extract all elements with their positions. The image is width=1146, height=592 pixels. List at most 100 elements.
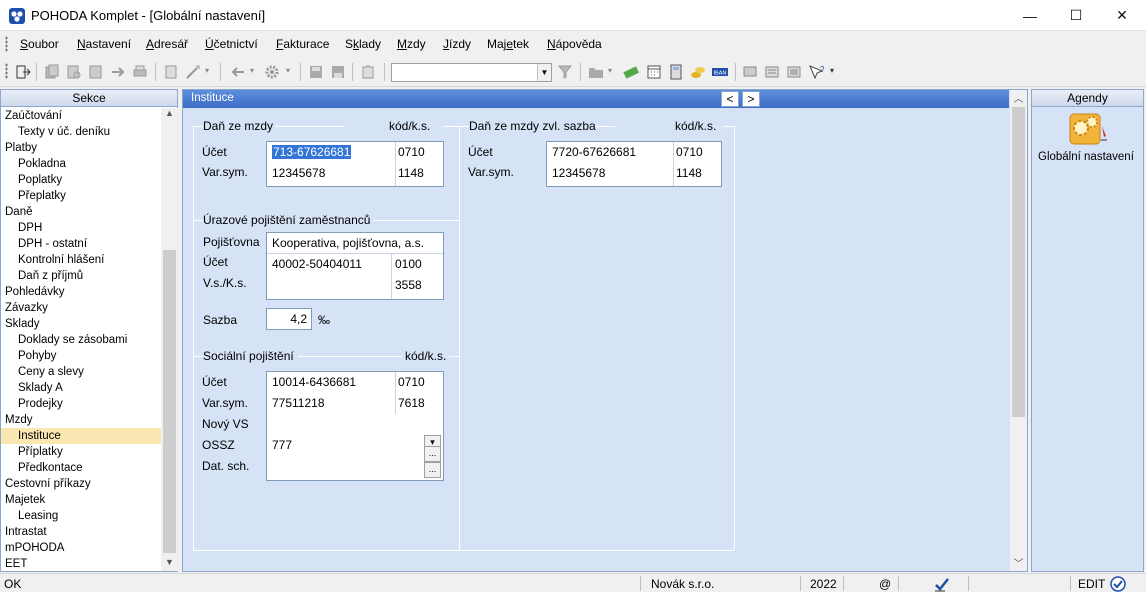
- menu-napoveda[interactable]: Nápověda: [547, 37, 602, 51]
- menu-jizdy[interactable]: Jízdy: [443, 37, 471, 51]
- sections-tree-item[interactable]: EET: [1, 556, 161, 572]
- calendar-icon[interactable]: [646, 64, 662, 80]
- sections-tree-item[interactable]: Sklady A: [1, 380, 161, 396]
- menu-soubor[interactable]: Soubor: [20, 37, 59, 51]
- socialni-ucet-input[interactable]: 10014-6436681: [272, 375, 356, 389]
- dan-varsym-code-input[interactable]: 1148: [398, 166, 424, 180]
- menu-sklady[interactable]: Sklady: [345, 37, 381, 51]
- sections-tree-item[interactable]: Ceny a slevy: [1, 364, 161, 380]
- help-icon[interactable]: ?: [808, 64, 824, 80]
- preview-icon[interactable]: [88, 64, 104, 80]
- global-settings-agenda-button[interactable]: [1068, 112, 1108, 148]
- dan-zvl-ucet-code-input[interactable]: 0710: [676, 145, 703, 159]
- print-icon[interactable]: [132, 64, 148, 80]
- back-dropdown-icon[interactable]: ▾: [250, 66, 254, 75]
- save-as-icon[interactable]: [330, 64, 346, 80]
- notes-icon[interactable]: [764, 64, 780, 80]
- dan-ucet-code-input[interactable]: 0710: [398, 145, 425, 159]
- dan-zvl-ucet-input[interactable]: 7720-67626681: [552, 145, 636, 159]
- back-arrow-icon[interactable]: [230, 64, 246, 80]
- ossz-more-button[interactable]: ...: [424, 446, 441, 462]
- sections-tree-item[interactable]: Daň z příjmů: [1, 268, 161, 284]
- calculator-icon[interactable]: [668, 64, 684, 80]
- form-scrollbar[interactable]: ︿ ﹀: [1010, 90, 1027, 571]
- save-icon[interactable]: [308, 64, 324, 80]
- gear-icon[interactable]: [264, 64, 280, 80]
- scroll-down-icon[interactable]: ▼: [161, 557, 178, 571]
- sections-tree-item[interactable]: Mzdy: [1, 412, 161, 428]
- filter-icon[interactable]: [557, 64, 573, 80]
- coins-icon[interactable]: [690, 64, 706, 80]
- sections-tree-item[interactable]: mPOHODA: [1, 540, 161, 556]
- sections-tree-item[interactable]: Pohledávky: [1, 284, 161, 300]
- sections-scrollbar[interactable]: ▲ ▼: [161, 108, 178, 571]
- sections-tree-item[interactable]: DPH - ostatní: [1, 236, 161, 252]
- sazba-input[interactable]: 4,2: [266, 308, 312, 330]
- prev-record-button[interactable]: <: [721, 91, 739, 107]
- wizard-icon[interactable]: [185, 64, 201, 80]
- menu-majetek[interactable]: Majetek: [487, 37, 529, 51]
- minimize-button[interactable]: —: [1007, 0, 1053, 31]
- close-button[interactable]: ✕: [1099, 0, 1145, 31]
- sections-tree-item[interactable]: Daně: [1, 204, 161, 220]
- document-icon[interactable]: [163, 64, 179, 80]
- export-icon[interactable]: [110, 64, 126, 80]
- sections-tree-item[interactable]: Intrastat: [1, 524, 161, 540]
- validate-icon[interactable]: [934, 576, 950, 592]
- menu-fakturace[interactable]: Fakturace: [276, 37, 329, 51]
- sections-tree-item[interactable]: Pokladna: [1, 156, 161, 172]
- sections-tree-item[interactable]: Zaúčtování: [1, 108, 161, 124]
- menu-nastaveni[interactable]: Nastavení: [77, 37, 131, 51]
- wizard-dropdown-icon[interactable]: ▾: [205, 66, 209, 75]
- folder-dropdown-icon[interactable]: ▾: [608, 66, 612, 75]
- urazove-ucet-input[interactable]: 40002-50404011: [272, 257, 362, 271]
- ossz-input[interactable]: 777: [272, 438, 292, 452]
- copy-records-icon[interactable]: [44, 64, 60, 80]
- exit-icon[interactable]: [15, 64, 31, 80]
- sections-tree-item[interactable]: Předkontace: [1, 460, 161, 476]
- socialni-ucet-code-input[interactable]: 0710: [398, 375, 425, 389]
- vsks-code-input[interactable]: 3558: [395, 278, 422, 292]
- clipboard-icon[interactable]: [360, 64, 376, 80]
- sections-tree-item[interactable]: Cestovní příkazy: [1, 476, 161, 492]
- sections-tree-item[interactable]: Doklady se zásobami: [1, 332, 161, 348]
- sections-tree-item[interactable]: Texty v úč. deníku: [1, 124, 161, 140]
- menu-mzdy[interactable]: Mzdy: [397, 37, 426, 51]
- form-scroll-down-icon[interactable]: ﹀: [1010, 555, 1027, 571]
- sections-tree-item[interactable]: Instituce: [1, 428, 161, 444]
- sections-scroll-thumb[interactable]: [163, 250, 176, 553]
- dan-ucet-input[interactable]: 713-67626681: [272, 145, 352, 159]
- datsch-more-button[interactable]: ...: [424, 462, 441, 478]
- next-record-button[interactable]: >: [742, 91, 760, 107]
- socialni-varsym-input[interactable]: 77511218: [272, 396, 325, 410]
- sections-tree-item[interactable]: Kontrolní hlášení: [1, 252, 161, 268]
- dan-zvl-varsym-input[interactable]: 12345678: [552, 166, 605, 180]
- menu-adresar[interactable]: Adresář: [146, 37, 188, 51]
- iban-icon[interactable]: IBAN: [712, 64, 728, 80]
- dan-zvl-varsym-code-input[interactable]: 1148: [676, 166, 702, 180]
- menu-ucetnictvi[interactable]: Účetnictví: [205, 37, 258, 51]
- sections-tree-item[interactable]: Pohyby: [1, 348, 161, 364]
- sections-tree-item[interactable]: Závazky: [1, 300, 161, 316]
- sections-tree-item[interactable]: Leasing: [1, 508, 161, 524]
- form-scroll-thumb[interactable]: [1012, 107, 1025, 417]
- folder-icon[interactable]: [588, 64, 604, 80]
- sections-tree-item[interactable]: DPH: [1, 220, 161, 236]
- combo-dropdown-icon[interactable]: ▼: [537, 64, 551, 81]
- ok-check-icon[interactable]: [1110, 576, 1126, 592]
- toolbar-combo[interactable]: ▼: [391, 63, 552, 82]
- sections-tree-item[interactable]: Sklady: [1, 316, 161, 332]
- sections-tree-item[interactable]: Platby: [1, 140, 161, 156]
- message-icon[interactable]: [742, 64, 758, 80]
- print-preview-icon[interactable]: [66, 64, 82, 80]
- sections-tree-item[interactable]: Příplatky: [1, 444, 161, 460]
- scroll-up-icon[interactable]: ▲: [161, 108, 178, 122]
- sections-tree-item[interactable]: Majetek: [1, 492, 161, 508]
- gear-dropdown-icon[interactable]: ▾: [286, 66, 290, 75]
- sections-tree-item[interactable]: Prodejky: [1, 396, 161, 412]
- help-dropdown-icon[interactable]: ▾: [830, 66, 834, 75]
- maximize-button[interactable]: ☐: [1053, 0, 1099, 31]
- urazove-ucet-code-input[interactable]: 0100: [395, 257, 422, 271]
- pojistovna-input[interactable]: Kooperativa, pojišťovna, a.s.: [272, 236, 424, 250]
- form-scroll-up-icon[interactable]: ︿: [1010, 90, 1027, 106]
